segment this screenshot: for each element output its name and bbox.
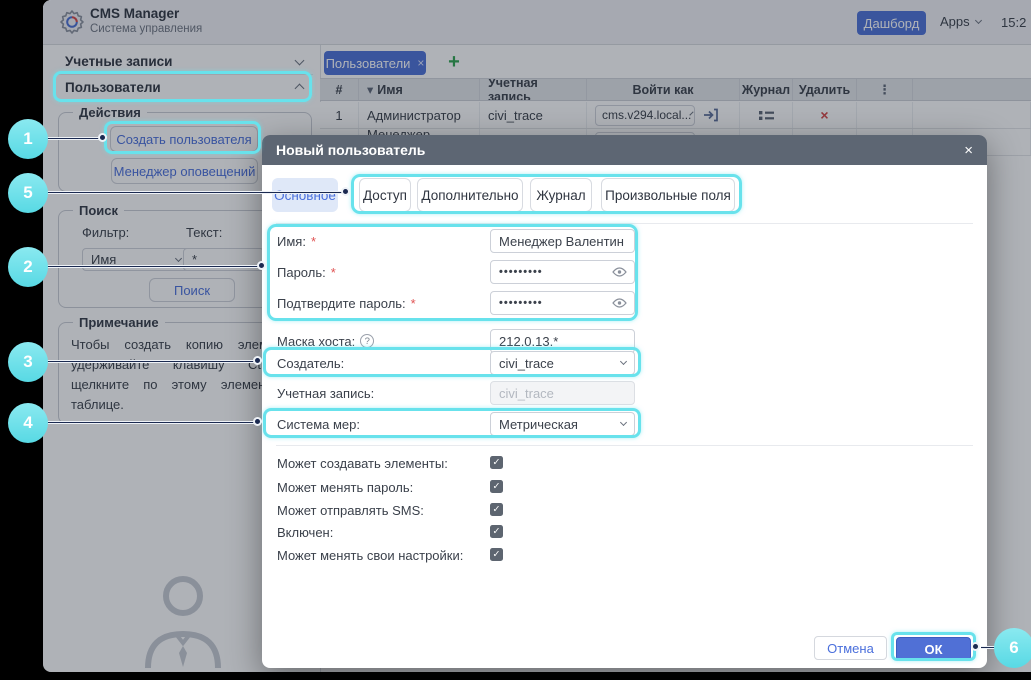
eye-icon[interactable]: [612, 291, 628, 315]
creator-select-value: civi_trace: [499, 356, 554, 371]
callout-badge-6: 6: [994, 628, 1031, 668]
name-label: Имя: *: [277, 229, 316, 253]
callout-badge-1: 1: [8, 119, 48, 159]
tab-custom-fields[interactable]: Произвольные поля: [601, 178, 735, 212]
can-change-own-settings-label: Может менять свои настройки:: [277, 547, 463, 563]
required-mark: *: [331, 265, 336, 280]
screen: CMS Manager Система управления Дашборд A…: [0, 0, 1031, 680]
creator-label: Создатель:: [277, 351, 344, 375]
callout-line-1: [46, 137, 100, 140]
callout-dot-1: [98, 133, 107, 142]
callout-dot-5: [341, 187, 350, 196]
confirm-password-label-text: Подтвердите пароль:: [277, 296, 406, 311]
callout-badge-3: 3: [8, 342, 48, 382]
close-icon[interactable]: ×: [964, 142, 973, 159]
eye-icon[interactable]: [612, 260, 628, 284]
can-create-items-checkbox[interactable]: ✓: [490, 456, 503, 469]
confirm-password-label: Подтвердите пароль: *: [277, 291, 416, 315]
tab-access[interactable]: Доступ: [359, 178, 411, 212]
callout-badge-5: 5: [8, 173, 48, 213]
can-send-sms-checkbox[interactable]: ✓: [490, 503, 503, 516]
callout-dot-3: [253, 356, 262, 365]
divider: [276, 223, 973, 224]
can-change-password-label: Может менять пароль:: [277, 479, 413, 495]
callout-badge-2: 2: [8, 247, 48, 287]
units-select-value: Метрическая: [499, 417, 578, 432]
required-mark: *: [411, 296, 416, 311]
modal-header: Новый пользователь ×: [262, 135, 987, 165]
new-user-modal: Новый пользователь × Основное Доступ Доп…: [262, 135, 987, 668]
callout-line-3: [46, 360, 255, 363]
callout-badge-4: 4: [8, 403, 48, 443]
tab-journal[interactable]: Журнал: [530, 178, 592, 212]
name-label-text: Имя:: [277, 234, 306, 249]
tab-basic[interactable]: Основное: [272, 178, 338, 212]
chevron-down-icon: [620, 419, 627, 426]
cancel-button[interactable]: Отмена: [814, 636, 887, 660]
host-mask-input[interactable]: [490, 329, 635, 353]
host-mask-label-text: Маска хоста:: [277, 334, 355, 349]
creator-select[interactable]: civi_trace: [490, 351, 635, 375]
name-input[interactable]: [490, 229, 635, 253]
units-label: Система мер:: [277, 412, 360, 436]
tab-advanced[interactable]: Дополнительно: [417, 178, 523, 212]
enabled-checkbox[interactable]: ✓: [490, 525, 503, 538]
required-mark: *: [311, 234, 316, 249]
callout-line-2: [46, 265, 259, 268]
can-change-password-checkbox[interactable]: ✓: [490, 480, 503, 493]
chevron-down-icon: [620, 358, 627, 365]
password-label: Пароль: *: [277, 260, 336, 284]
can-create-items-label: Может создавать элементы:: [277, 455, 448, 471]
callout-dot-6: [971, 642, 980, 651]
can-send-sms-label: Может отправлять SMS:: [277, 502, 424, 518]
help-icon[interactable]: ?: [360, 334, 374, 348]
modal-title: Новый пользователь: [276, 142, 425, 158]
enabled-label: Включен:: [277, 524, 333, 540]
account-input: [490, 381, 635, 405]
callout-line-5: [46, 191, 343, 194]
password-label-text: Пароль:: [277, 265, 326, 280]
host-mask-label: Маска хоста: ?: [277, 329, 374, 353]
account-label: Учетная запись:: [277, 381, 374, 405]
units-select[interactable]: Метрическая: [490, 412, 635, 436]
ok-button[interactable]: ОК: [896, 637, 971, 661]
can-change-own-settings-checkbox[interactable]: ✓: [490, 548, 503, 561]
callout-dot-2: [257, 261, 266, 270]
callout-dot-4: [253, 417, 262, 426]
callout-line-4: [46, 421, 255, 424]
divider: [276, 445, 973, 446]
